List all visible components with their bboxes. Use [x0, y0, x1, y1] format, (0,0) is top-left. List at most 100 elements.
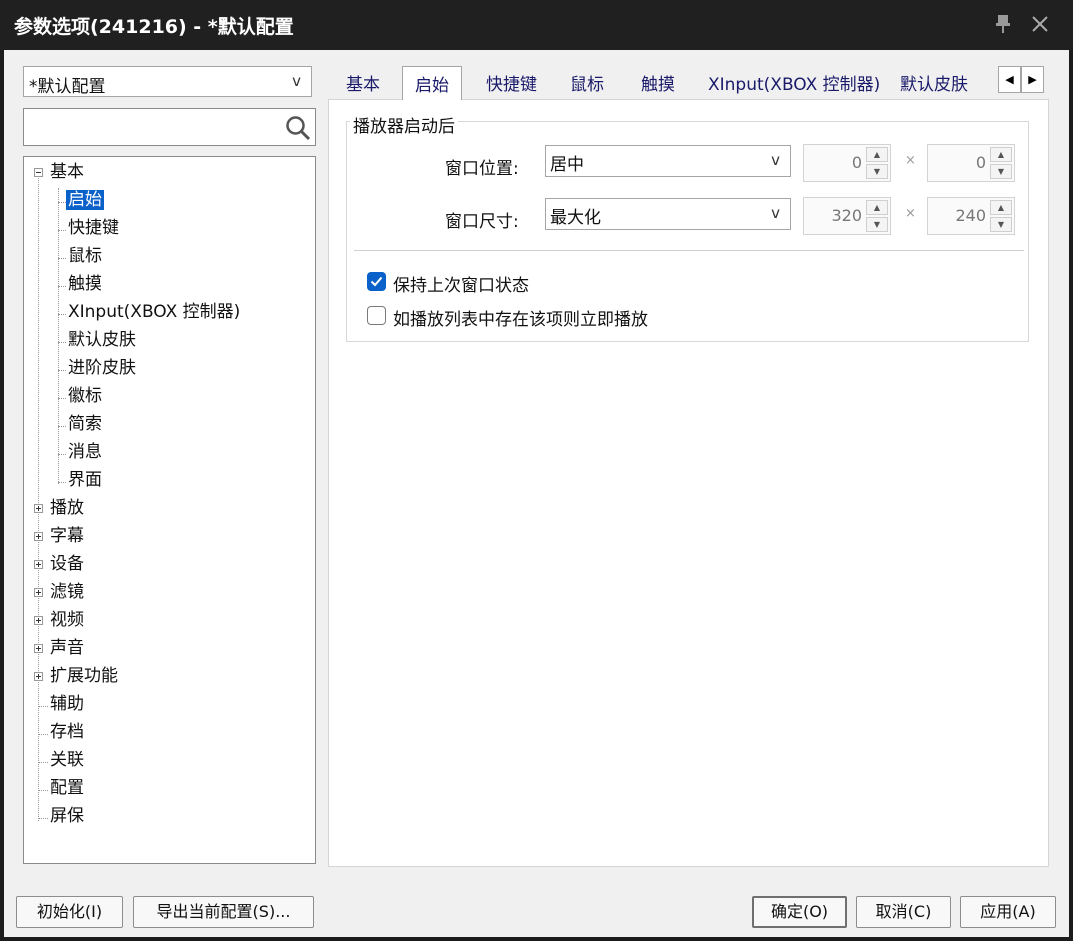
tree-item-label: 默认皮肤 [68, 330, 136, 350]
tree-item-playback[interactable]: 播放 [48, 495, 86, 521]
expand-toggle[interactable] [34, 560, 43, 569]
after-launch-group: 播放器启动后 窗口位置: 居中 v 0 ▲ ▼ × 0 ▲ ▼ 窗口尺寸: 最大… [346, 112, 1029, 342]
tree-item-logo[interactable]: 徽标 [66, 383, 104, 409]
tree-item-assist[interactable]: 辅助 [48, 691, 86, 717]
tree-guide-line [58, 230, 66, 231]
stepper-down-button[interactable]: ▼ [866, 164, 888, 179]
search-icon[interactable] [284, 114, 312, 142]
profile-select-value: *默认配置 [29, 77, 106, 97]
tree-item-messages[interactable]: 消息 [66, 439, 104, 465]
tree-item-label: 声音 [50, 638, 84, 658]
tree-item-interface[interactable]: 界面 [66, 467, 104, 493]
title-bar: 参数选项(241216) - *默认配置 [0, 0, 1073, 50]
expand-toggle[interactable] [34, 644, 43, 653]
tree-item-label: 扩展功能 [50, 666, 118, 686]
stepper-up-button[interactable]: ▲ [990, 200, 1012, 215]
pin-button[interactable] [990, 10, 1016, 38]
stepper-buttons: ▲ ▼ [990, 200, 1012, 232]
tree-item-quick-search[interactable]: 简索 [66, 411, 104, 437]
times-separator: × [905, 206, 916, 221]
expand-toggle[interactable] [34, 588, 43, 597]
expand-toggle[interactable] [34, 672, 43, 681]
tree-item-label: 辅助 [50, 694, 84, 714]
stepper-down-button[interactable]: ▼ [990, 164, 1012, 179]
tree-guide-line [58, 426, 66, 427]
tree-item-startup[interactable]: 启始 [66, 187, 104, 213]
window-size-value: 最大化 [550, 208, 601, 228]
tab-touch[interactable]: 触摸 [641, 70, 675, 95]
tree-item-association[interactable]: 关联 [48, 747, 86, 773]
tree-guide-line [58, 286, 66, 287]
tree-item-touch[interactable]: 触摸 [66, 271, 104, 297]
checkmark-icon [370, 276, 383, 287]
tree-item-video[interactable]: 视频 [48, 607, 86, 633]
initialize-button[interactable]: 初始化(I) [16, 896, 123, 928]
tree-item-xinput[interactable]: XInput(XBOX 控制器) [66, 299, 242, 325]
tree-item-subtitles[interactable]: 字幕 [48, 523, 86, 549]
tree-item-default-skin[interactable]: 默认皮肤 [66, 327, 138, 353]
window-y-stepper[interactable]: 0 ▲ ▼ [927, 144, 1015, 182]
tree-item-extensions[interactable]: 扩展功能 [48, 663, 120, 689]
tree-guide-line [58, 370, 66, 371]
tab-basic[interactable]: 基本 [346, 70, 380, 95]
tree-item-label: 设备 [50, 554, 84, 574]
tree-item-label: 简索 [68, 414, 102, 434]
expand-toggle[interactable] [34, 532, 43, 541]
tree-item-label: 进阶皮肤 [68, 358, 136, 378]
search-input[interactable] [28, 113, 278, 141]
tab-xinput[interactable]: XInput(XBOX 控制器) [708, 70, 880, 95]
cancel-button[interactable]: 取消(C) [856, 896, 951, 928]
stepper-down-button[interactable]: ▼ [866, 217, 888, 232]
keep-window-state-checkbox[interactable] [367, 272, 386, 291]
tab-panel-startup: 播放器启动后 窗口位置: 居中 v 0 ▲ ▼ × 0 ▲ ▼ 窗口尺寸: 最大… [328, 99, 1049, 867]
window-size-select[interactable]: 最大化 v [545, 198, 791, 230]
stepper-down-button[interactable]: ▼ [990, 217, 1012, 232]
tree-guide-line [58, 454, 66, 455]
tree-item-label: 屏保 [50, 806, 84, 826]
expand-toggle[interactable] [34, 504, 43, 513]
tree-item-filters[interactable]: 滤镜 [48, 579, 86, 605]
tab-hotkeys[interactable]: 快捷键 [486, 70, 537, 95]
tab-mouse[interactable]: 鼠标 [570, 70, 604, 95]
apply-button[interactable]: 应用(A) [960, 896, 1056, 928]
play-if-listed-checkbox[interactable] [367, 306, 386, 325]
chevron-down-icon: v [292, 72, 301, 90]
tree-item-label: XInput(XBOX 控制器) [68, 302, 241, 322]
window-x-stepper[interactable]: 0 ▲ ▼ [803, 144, 891, 182]
tree-item-label: 配置 [50, 778, 84, 798]
stepper-up-button[interactable]: ▲ [866, 147, 888, 162]
profile-select[interactable]: *默认配置 v [23, 66, 312, 97]
window-x-value: 0 [851, 153, 862, 172]
tree-guide-line [58, 258, 66, 259]
tab-scroll-right-button[interactable]: ▶ [1021, 66, 1044, 93]
ok-button[interactable]: 确定(O) [752, 896, 847, 928]
window-width-stepper[interactable]: 320 ▲ ▼ [803, 197, 891, 235]
window-position-value: 居中 [550, 155, 584, 175]
tree-item-devices[interactable]: 设备 [48, 551, 86, 577]
window-height-stepper[interactable]: 240 ▲ ▼ [927, 197, 1015, 235]
tree-item-advanced-skin[interactable]: 进阶皮肤 [66, 355, 138, 381]
close-button[interactable] [1027, 10, 1053, 38]
tree-item-audio[interactable]: 声音 [48, 635, 86, 661]
tab-startup[interactable]: 启始 [402, 66, 462, 100]
tab-scroll-left-button[interactable]: ◀ [998, 66, 1021, 93]
tab-default-skin[interactable]: 默认皮肤 [900, 70, 968, 95]
export-config-button[interactable]: 导出当前配置(S)... [133, 896, 314, 928]
expand-toggle[interactable] [34, 616, 43, 625]
tree-item-label: 视频 [50, 610, 84, 630]
stepper-up-button[interactable]: ▲ [866, 200, 888, 215]
tree-item-basic[interactable]: 基本 [48, 159, 86, 185]
tree-guide-line [38, 762, 48, 763]
tree-item-config[interactable]: 配置 [48, 775, 86, 801]
tree-item-hotkeys[interactable]: 快捷键 [66, 215, 121, 241]
search-box [23, 108, 316, 146]
window-position-label: 窗口位置: [445, 159, 519, 179]
collapse-toggle[interactable] [34, 168, 43, 177]
category-tree: 基本 启始 快捷键 鼠标 触摸 XInput(XBOX 控制器) 默认皮肤 进阶… [23, 156, 316, 864]
tree-item-mouse[interactable]: 鼠标 [66, 243, 104, 269]
window-position-select[interactable]: 居中 v [545, 145, 791, 177]
stepper-buttons: ▲ ▼ [866, 200, 888, 232]
tree-item-screensaver[interactable]: 屏保 [48, 803, 86, 829]
tree-item-archive[interactable]: 存档 [48, 719, 86, 745]
stepper-up-button[interactable]: ▲ [990, 147, 1012, 162]
